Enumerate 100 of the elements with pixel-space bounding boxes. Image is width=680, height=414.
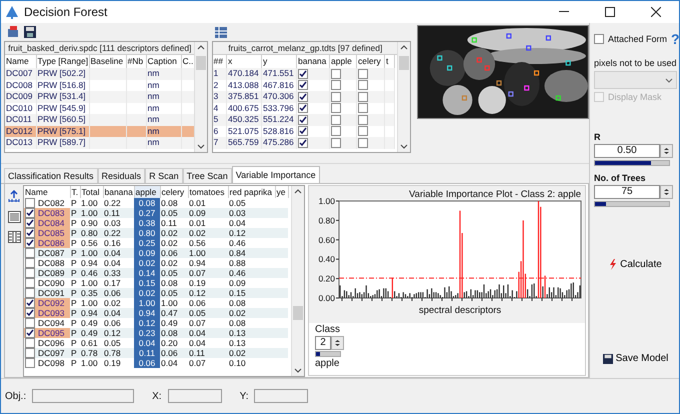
table-cell: 0.05 <box>160 208 188 218</box>
column-header[interactable]: t <box>384 55 395 68</box>
table-cell: 0.03 <box>103 218 134 228</box>
column-header[interactable]: Name <box>5 55 36 68</box>
tick-label: 0.80 <box>318 215 335 226</box>
descriptor-name: DC090 <box>38 278 64 288</box>
field-label: No. of Trees <box>594 173 647 183</box>
tab[interactable]: Residuals <box>98 168 146 183</box>
descriptor-name: DC088 <box>38 258 64 268</box>
number-field[interactable]: 75 <box>594 185 660 199</box>
table-row[interactable]: DC011 PRW [560.5] nm <box>5 114 195 126</box>
table-cell: P <box>70 268 80 278</box>
checkbox-label: Attached Form <box>608 34 668 44</box>
table-cell: 0.94 <box>80 308 103 318</box>
table-row[interactable]: DC009 PRW [531.4] nm <box>5 91 195 102</box>
table-cell: 0.61 <box>80 338 103 348</box>
column-header[interactable]: Type [Range] <box>36 55 89 68</box>
table-cell: 0.09 <box>134 248 160 258</box>
table-cell: 0.04 <box>103 308 134 318</box>
table-cell: 0.14 <box>134 268 160 278</box>
table-row[interactable]: DC007 PRW [502.2] nm <box>5 68 195 80</box>
table-cell: 1.00 <box>80 358 103 368</box>
tick-label: 1.00 <box>318 196 335 206</box>
column-header[interactable]: tomatoes <box>188 186 228 198</box>
tab[interactable]: Classification Results <box>4 168 98 183</box>
table-cell: 1.00 <box>188 248 228 258</box>
table-cell: 0.01 <box>188 218 228 228</box>
number-field[interactable]: 0.50 <box>594 144 660 158</box>
table-cell: 0.20 <box>160 338 188 348</box>
table-cell: 0.04 <box>160 358 188 368</box>
descriptor-name: DC098 <box>38 358 64 368</box>
field-label: pixels not to be used <box>594 58 677 68</box>
table-cell: 0.12 <box>228 228 275 238</box>
table-cell: 0.06 <box>134 358 160 368</box>
descriptor-name: DC093 <box>38 308 64 318</box>
table-cell: PRW [531.4] <box>36 91 89 102</box>
table-cell: nm <box>146 91 181 102</box>
checkbox-label: Display Mask <box>608 92 662 102</box>
table-cell: PRW [502.2] <box>36 68 89 80</box>
table-cell: 0.88 <box>228 258 275 268</box>
table-cell: PRW [560.5] <box>36 114 89 126</box>
table-cell: 0.13 <box>228 328 275 338</box>
tab[interactable]: R Scan <box>145 168 183 183</box>
class-name: apple <box>315 358 340 369</box>
column-header[interactable]: ye <box>275 186 288 198</box>
table-cell: 1.00 <box>80 278 103 288</box>
table-cell: 0.04 <box>103 248 134 258</box>
table-cell: 0.09 <box>228 278 275 288</box>
table-cell: 0.05 <box>103 338 134 348</box>
column-header[interactable]: T. <box>70 186 80 198</box>
table-cell: 0.23 <box>134 328 160 338</box>
column-header[interactable]: celery <box>160 186 188 198</box>
table-cell: 0.94 <box>188 258 228 268</box>
table-cell: 0.22 <box>103 228 134 238</box>
descriptor-name: DC094 <box>38 318 64 328</box>
table-cell: DC012 <box>5 126 36 137</box>
table-cell: 0.05 <box>228 198 275 208</box>
calculate-button[interactable]: Calculate <box>607 257 664 272</box>
table-row[interactable]: DC013 PRW [589.7] nm <box>5 137 195 148</box>
table-cell: 0.02 <box>160 258 188 268</box>
table-cell: 0.19 <box>188 278 228 288</box>
column-header[interactable]: #Nb <box>126 55 146 68</box>
table-cell: 0.19 <box>103 358 134 368</box>
table-cell: P <box>70 218 80 228</box>
table-cell: 0.02 <box>228 308 275 318</box>
column-header[interactable]: apple <box>330 55 357 68</box>
table-cell: DC013 <box>5 137 36 148</box>
table-cell: 475.286 <box>262 137 297 148</box>
number-field[interactable]: 2 <box>315 336 331 350</box>
column-header[interactable]: Name <box>24 186 70 198</box>
field-label: X: <box>152 390 162 402</box>
table-cell: 450.325 <box>226 114 262 126</box>
column-header[interactable]: red paprika <box>228 186 275 198</box>
column-header[interactable]: ## <box>212 55 227 68</box>
tick-label: 0.40 <box>318 254 335 264</box>
table-cell: 0.80 <box>134 228 160 238</box>
axis-title: spectral descriptors <box>418 305 502 316</box>
save-model-button[interactable]: Save Model <box>600 351 670 366</box>
table-cell: P <box>70 348 80 358</box>
table-cell: 0.11 <box>188 348 228 358</box>
column-header[interactable]: y <box>262 55 297 68</box>
column-header[interactable]: celery <box>356 55 385 68</box>
tab[interactable]: Variable Importance <box>232 166 320 183</box>
table-cell: 1.00 <box>80 248 103 258</box>
table-cell: DC009 <box>5 91 36 102</box>
table-cell: nm <box>146 68 181 80</box>
column-header[interactable]: Total <box>80 186 103 198</box>
column-header[interactable]: Baseline <box>89 55 126 68</box>
column-header[interactable]: x <box>226 55 262 68</box>
column-header[interactable]: banana <box>103 186 134 198</box>
column-header[interactable]: Caption <box>146 55 181 68</box>
table-cell: 551.224 <box>262 114 297 126</box>
table-cell: 0.05 <box>160 288 188 298</box>
column-header[interactable]: apple <box>134 186 160 198</box>
tab[interactable]: Tree Scan <box>182 168 232 183</box>
column-header[interactable]: banana <box>296 55 330 68</box>
table-cell: 0.04 <box>188 338 228 348</box>
table-cell: 0.06 <box>160 348 188 358</box>
field-label: Y: <box>240 390 248 402</box>
help-link[interactable]: ? <box>671 31 679 47</box>
